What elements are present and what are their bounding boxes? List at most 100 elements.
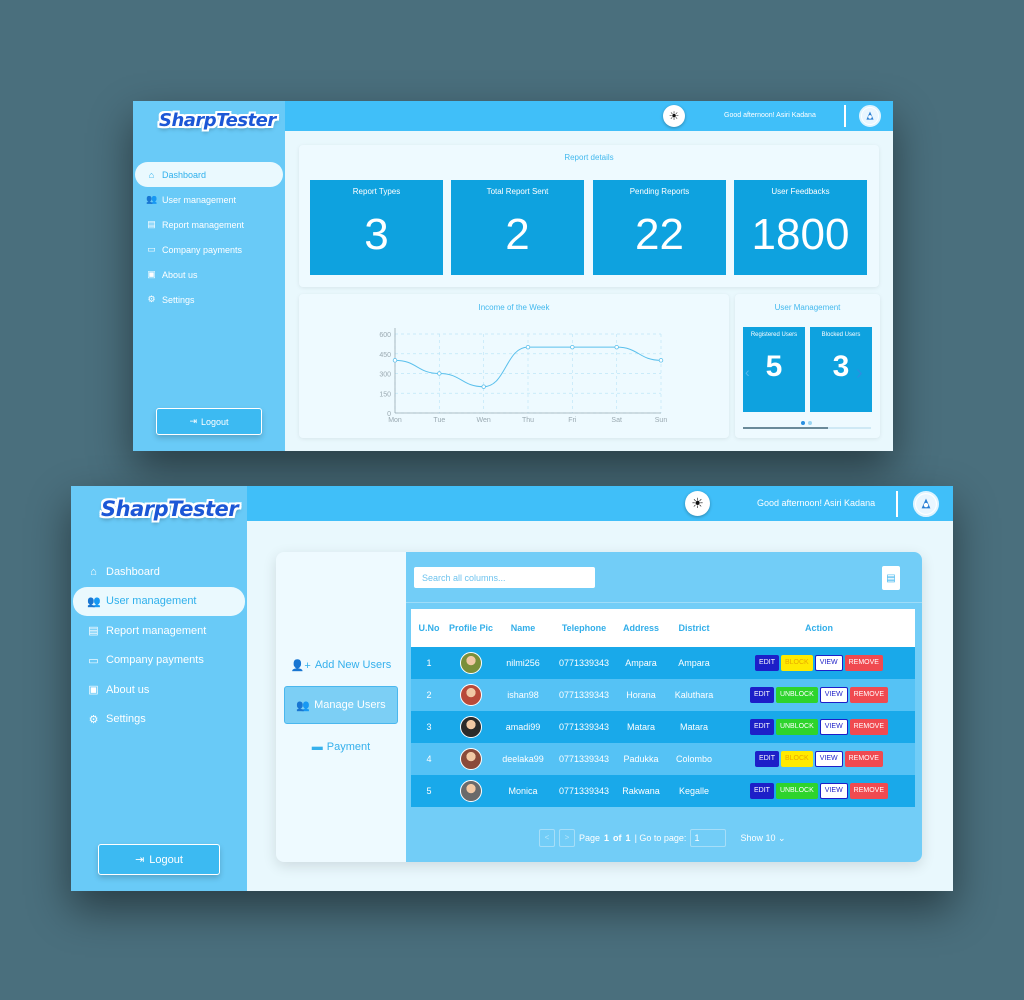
edit-button[interactable]: EDIT (749, 783, 774, 799)
goto-label: | Go to page: (634, 833, 687, 843)
action-cell: EDIT UNBLOCK VIEW REMOVE (723, 775, 915, 807)
address-cell: Rakwana (617, 775, 665, 807)
edit-button[interactable]: EDIT (749, 719, 774, 735)
page-size-select[interactable]: Show 10 ⌄ (740, 833, 785, 844)
telephone-cell: 0771339343 (551, 775, 617, 807)
col-header[interactable]: District (665, 609, 723, 647)
edit-button[interactable]: EDIT (755, 655, 779, 671)
sidebar-item-report-management[interactable]: ▤ Report management (73, 616, 247, 646)
edit-button[interactable]: EDIT (749, 687, 774, 703)
unblock-button[interactable]: UNBLOCK (775, 783, 818, 799)
col-header[interactable]: U.No (411, 609, 447, 647)
avatar[interactable] (859, 105, 881, 127)
data-point[interactable] (392, 358, 398, 363)
col-header[interactable]: Action (723, 609, 915, 647)
remove-button[interactable]: REMOVE (849, 783, 889, 799)
sidebar-item-company-payments[interactable]: ▭ Company payments (135, 237, 285, 262)
profile-pic-cell (447, 743, 495, 775)
report-details-title: Report details (564, 153, 614, 162)
sidebar-item-user-management[interactable]: 👥 User management (135, 187, 285, 212)
col-header[interactable]: Name (495, 609, 551, 647)
logout-icon: ⇥ (189, 416, 197, 426)
subnav-payment[interactable]: ▬ Payment (284, 728, 398, 766)
carousel-dot-active[interactable] (801, 421, 805, 425)
theme-toggle-sun-icon[interactable]: ☀ (685, 491, 710, 516)
subnav-manage-users[interactable]: 👥 Manage Users (284, 686, 398, 724)
view-button[interactable]: VIEW (819, 783, 848, 799)
income-line-chart: 0150300450600Mon Tue Wen Thu Fri Sat Sun (379, 328, 667, 424)
gear-icon: ⚙ (147, 294, 156, 304)
greeting-text: Good afternoon! Asiri Kadana (757, 498, 876, 508)
sidebar-item-user-management[interactable]: 👥 User management (73, 586, 245, 616)
export-file-icon[interactable]: ▤ (882, 566, 900, 590)
carousel-next-icon[interactable]: › (856, 362, 863, 385)
unblock-button[interactable]: UNBLOCK (775, 719, 818, 735)
view-button[interactable]: VIEW (814, 751, 843, 767)
sidebar-item-company-payments[interactable]: ▭ Company payments (73, 646, 247, 676)
sidebar-item-label: Report management (106, 624, 207, 637)
sidebar-item-about-us[interactable]: ▣ About us (135, 262, 285, 287)
prev-page-button[interactable]: < (539, 829, 555, 847)
table-row: 1 nilmi256 0771339343 Ampara Ampara EDIT BLOCK… (411, 647, 915, 679)
subnav-add-new-users[interactable]: 👤+ Add New Users (284, 646, 398, 684)
next-page-button[interactable]: > (559, 829, 575, 847)
data-point[interactable] (570, 344, 575, 350)
sidebar-item-dashboard[interactable]: ⌂ Dashboard (135, 162, 283, 187)
edit-button[interactable]: EDIT (755, 751, 779, 767)
data-point[interactable] (481, 384, 486, 389)
profile-avatar[interactable] (460, 748, 482, 770)
sidebar-item-settings[interactable]: ⚙ Settings (73, 705, 247, 735)
col-header[interactable]: Profile Pic (447, 609, 495, 647)
greeting-text: Good afternoon! Asiri Kadana (724, 112, 816, 119)
address-cell: Ampara (617, 647, 665, 679)
view-button[interactable]: VIEW (819, 687, 848, 703)
home-icon: ⌂ (148, 169, 155, 180)
profile-avatar[interactable] (460, 684, 482, 706)
sidebar-item-report-management[interactable]: ▤ Report management (135, 212, 285, 237)
home-icon: ⌂ (90, 565, 97, 578)
file-icon: ▤ (147, 219, 156, 229)
view-button[interactable]: VIEW (819, 719, 848, 735)
data-point[interactable] (437, 371, 442, 376)
name-cell: Monica (495, 775, 551, 807)
divider (896, 491, 898, 517)
profile-avatar[interactable] (460, 780, 482, 802)
sidebar-item-dashboard[interactable]: ⌂ Dashboard (73, 557, 247, 587)
stat-pending-reports: Pending Reports 22 (593, 180, 726, 275)
remove-button[interactable]: REMOVE (849, 687, 889, 703)
profile-avatar[interactable] (460, 652, 482, 674)
logout-button[interactable]: ⇥ Logout (156, 408, 262, 435)
search-input[interactable] (414, 567, 595, 588)
x-tick-label: Thu (522, 417, 534, 424)
theme-toggle-sun-icon[interactable]: ☀ (663, 105, 685, 127)
profile-pic-cell (447, 775, 495, 807)
carousel-dot[interactable] (808, 421, 812, 425)
id-card-icon: ▣ (147, 269, 156, 279)
profile-avatar[interactable] (460, 716, 482, 738)
block-button[interactable]: BLOCK (780, 751, 813, 767)
goto-page-input[interactable] (690, 829, 727, 847)
carousel-scrollbar[interactable] (743, 427, 871, 429)
data-point[interactable] (614, 344, 619, 350)
x-tick-label: Fri (568, 417, 577, 424)
avatar[interactable] (913, 491, 939, 517)
table-row: 4 deelaka99 0771339343 Padukka Colombo EDIT BL… (411, 743, 915, 775)
block-button[interactable]: BLOCK (780, 655, 813, 671)
view-button[interactable]: VIEW (814, 655, 843, 671)
brand-logo: SharpTester (159, 110, 276, 131)
remove-button[interactable]: REMOVE (844, 655, 883, 671)
col-header[interactable]: Address (617, 609, 665, 647)
sidebar-item-about-us[interactable]: ▣ About us (73, 675, 247, 705)
unblock-button[interactable]: UNBLOCK (775, 687, 818, 703)
remove-button[interactable]: REMOVE (844, 751, 883, 767)
carousel-prev-icon[interactable]: ‹ (745, 364, 750, 380)
remove-button[interactable]: REMOVE (849, 719, 889, 735)
table-row: 3 amadi99 0771339343 Matara Matara EDIT UNBLOC… (411, 711, 915, 743)
logout-button[interactable]: ⇥ Logout (98, 844, 220, 875)
users-cog-icon: 👥 (296, 699, 311, 712)
col-header[interactable]: Telephone (551, 609, 617, 647)
sidebar-item-settings[interactable]: ⚙ Settings (135, 287, 285, 312)
data-point[interactable] (658, 358, 664, 363)
data-point[interactable] (525, 344, 531, 350)
carousel-scroll-thumb[interactable] (743, 427, 828, 429)
